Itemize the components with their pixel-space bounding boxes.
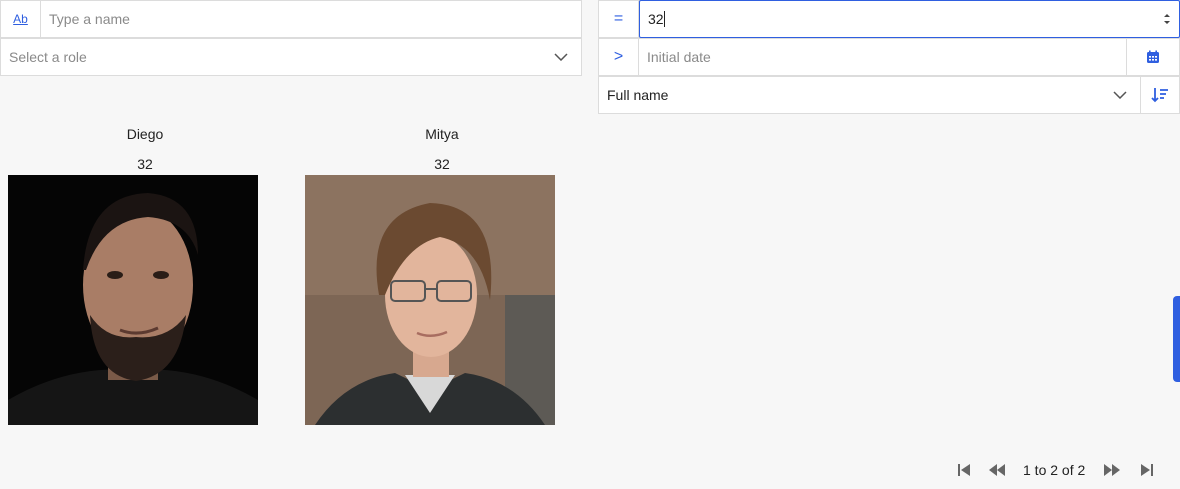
greater-than-operator-label: > [613, 48, 624, 65]
age-input-value: 32 [648, 11, 664, 27]
number-stepper-icon[interactable] [1155, 11, 1179, 27]
first-page-icon[interactable] [955, 461, 973, 479]
next-page-icon[interactable] [1103, 461, 1121, 479]
date-input[interactable]: Initial date [639, 39, 1126, 75]
name-filter: Ab Type a name [0, 0, 582, 38]
sort-select[interactable]: Full name [598, 76, 1180, 114]
sort-select-value: Full name [607, 87, 669, 103]
greater-than-operator-button[interactable]: > [599, 39, 639, 75]
person-name: Diego [126, 126, 164, 142]
last-page-icon[interactable] [1138, 461, 1156, 479]
text-match-label: Ab [13, 12, 28, 26]
role-select[interactable]: Select a role [0, 38, 582, 76]
person-name: Mitya [425, 126, 459, 142]
person-age: 32 [137, 156, 153, 172]
chevron-down-icon [541, 39, 581, 75]
equals-operator-label: = [613, 10, 624, 27]
text-match-icon[interactable]: Ab [1, 1, 41, 37]
person-age: 32 [434, 156, 450, 172]
name-input[interactable]: Type a name [41, 1, 581, 37]
chevron-down-icon [1100, 77, 1140, 113]
page-range-label: 1 to 2 of 2 [1023, 462, 1086, 478]
previous-page-icon[interactable] [988, 461, 1006, 479]
side-panel-handle[interactable] [1173, 296, 1180, 382]
calendar-icon[interactable] [1126, 39, 1179, 75]
age-filter: = 32 [598, 0, 1180, 38]
sort-direction-icon[interactable] [1140, 77, 1179, 113]
age-input[interactable]: 32 [639, 0, 1180, 38]
person-photo [8, 175, 258, 425]
date-filter: > Initial date [598, 38, 1180, 76]
role-select-value: Select a role [9, 49, 87, 65]
text-cursor [663, 11, 665, 27]
equals-operator-button[interactable]: = [599, 1, 639, 37]
person-photo [305, 175, 555, 425]
